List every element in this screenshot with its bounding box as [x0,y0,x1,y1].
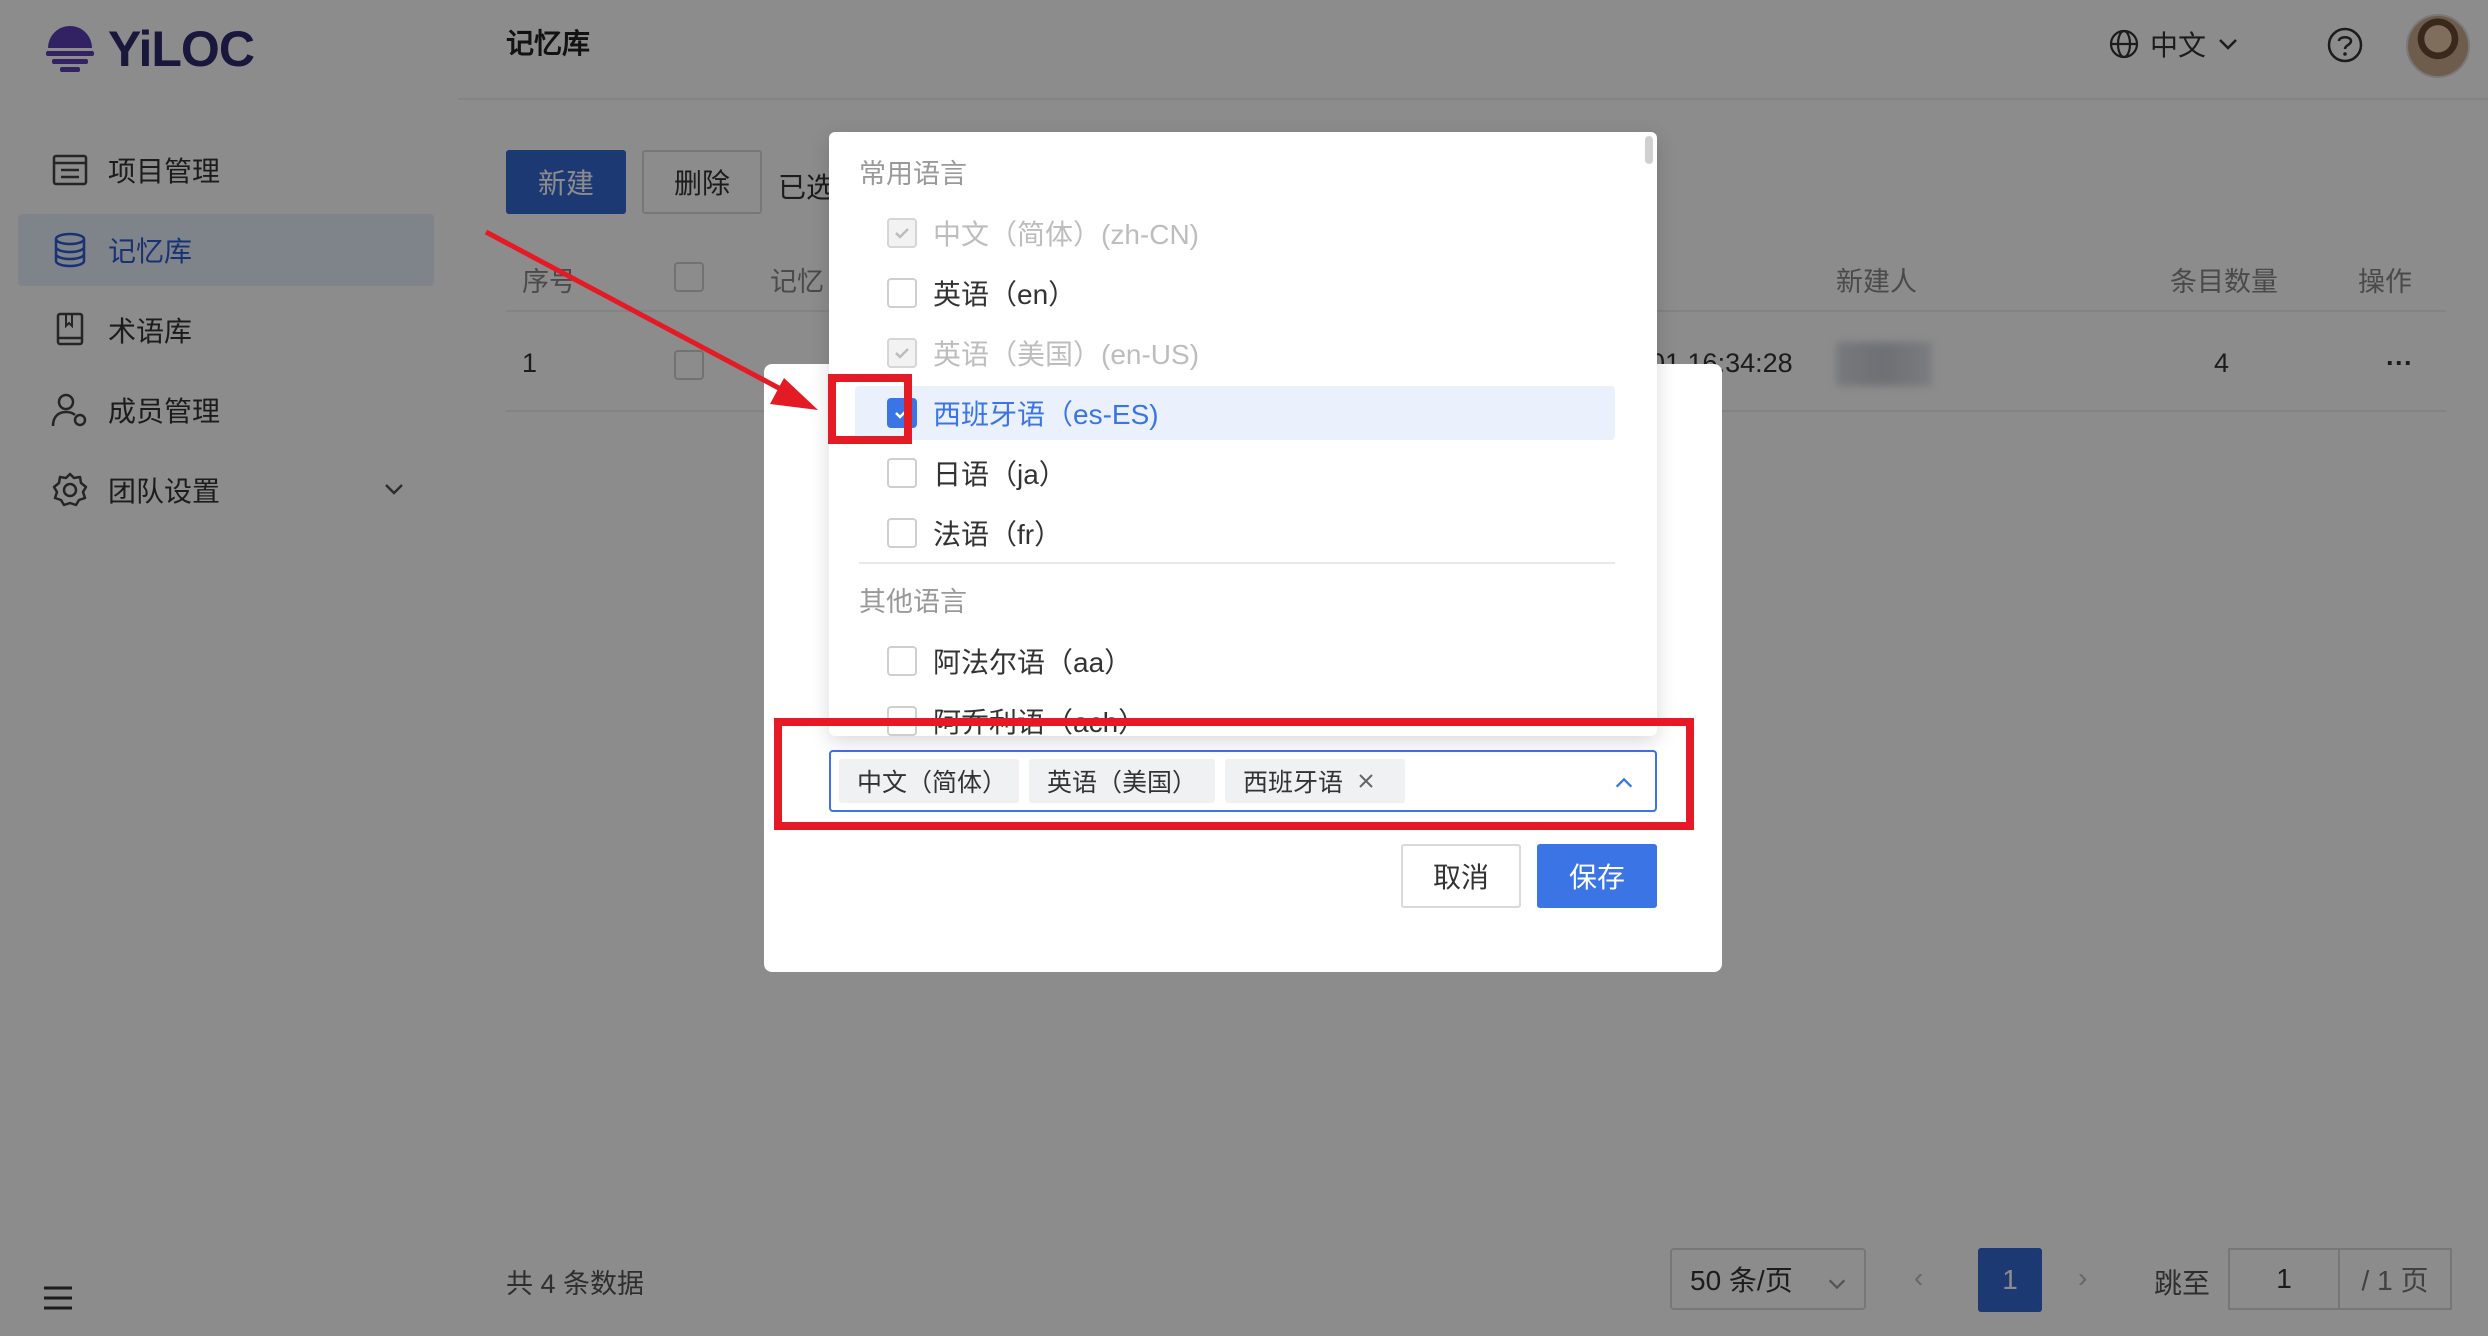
annotation-arrow [484,229,818,410]
